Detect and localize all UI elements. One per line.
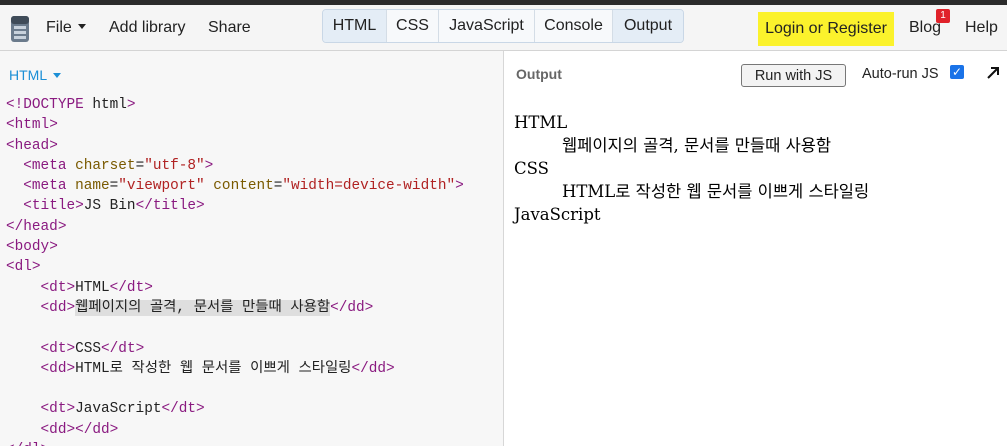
run-with-js-button[interactable]: Run with JS [741,64,846,87]
preview-term: HTML [514,113,568,132]
code-line[interactable]: <dl> [6,257,464,277]
jsbin-logo-icon[interactable] [9,14,31,44]
preview-description: 웹페이지의 골격, 문서를 만들때 사용함 [562,136,832,155]
file-menu-label: File [46,19,72,36]
autorun-label: Auto-run JS [862,66,939,82]
editor-panel-selector[interactable]: HTML [9,67,62,83]
preview-term: CSS [514,159,549,178]
share-menu[interactable]: Share [208,19,251,37]
code-line[interactable]: <dt>HTML</dt> [6,278,464,298]
code-line[interactable]: <head> [6,136,464,156]
code-line[interactable]: <body> [6,237,464,257]
preview-description: HTML로 작성한 웹 문서를 이쁘게 스타일링 [562,182,870,201]
rendered-preview: HTML 웹페이지의 골격, 문서를 만들때 사용함 CSS HTML로 작성한 웹 … [514,111,869,226]
tab-css[interactable]: CSS [387,10,439,42]
code-line[interactable]: ​ [6,318,464,338]
blog-notification-badge: 1 [936,9,950,23]
login-register-button[interactable]: Login or Register [758,12,894,46]
code-line[interactable]: </head> [6,217,464,237]
toolbar: File Add library Share HTML CSS JavaScri… [0,5,1007,51]
code-editor[interactable]: <!DOCTYPE html> <html> <head> <meta charse… [6,95,464,446]
editor-panel-label: HTML [9,67,48,83]
code-line[interactable]: <title>JS Bin</title> [6,196,464,216]
code-line[interactable]: ​ [6,379,464,399]
panel-toggle-group: HTML CSS JavaScript Console Output [322,9,684,43]
code-line[interactable]: <html> [6,115,464,135]
code-line[interactable]: <meta name="viewport" content="width=dev… [6,176,463,196]
code-line[interactable]: <!DOCTYPE html> [6,95,464,115]
selected-text: 웹페이지의 골격, 문서를 만들때 사용함 [75,299,331,316]
output-panel: Output Run with JS Auto-run JS ✓ HTML 웹페이… [504,51,1007,446]
definition-list: HTML 웹페이지의 골격, 문서를 만들때 사용함 CSS HTML로 작성한 웹 … [514,111,869,226]
tab-console[interactable]: Console [535,10,613,42]
chevron-down-icon [77,24,86,30]
output-panel-label: Output [516,66,562,82]
add-library-menu[interactable]: Add library [109,19,185,37]
html-editor-panel: HTML <!DOCTYPE html> <html> <head> <meta c… [0,51,503,446]
file-menu[interactable]: File [46,19,86,37]
autorun-checkbox[interactable]: ✓ [950,65,964,79]
tab-html[interactable]: HTML [323,10,387,42]
code-line[interactable]: <dd>HTML로 작성한 웹 문서를 이쁘게 스타일링</dd> [6,359,464,379]
code-line[interactable]: <dd>웹페이지의 골격, 문서를 만들때 사용함</dd> [6,298,464,318]
code-line[interactable]: <meta charset="utf-8"> [6,156,464,176]
tab-javascript[interactable]: JavaScript [439,10,535,42]
help-link[interactable]: Help [965,19,998,37]
chevron-down-icon [53,72,62,78]
expand-arrow-icon[interactable] [985,65,1001,81]
code-line[interactable]: <dt>JavaScript</dt> [6,399,464,419]
code-line[interactable]: <dt>CSS</dt> [6,339,464,359]
preview-term: JavaScript [514,205,601,224]
code-line[interactable]: </dl> [6,440,464,446]
code-line[interactable]: <dd></dd> [6,420,464,440]
tab-output[interactable]: Output [613,10,683,42]
